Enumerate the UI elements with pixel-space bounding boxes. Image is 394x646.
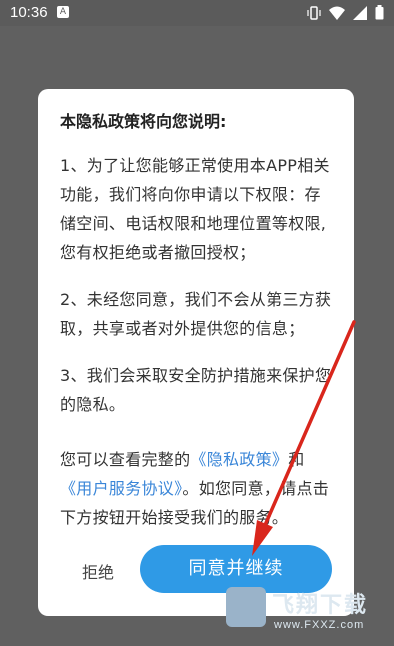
status-bar: 10:36 A [0, 0, 394, 26]
privacy-dialog: 本隐私政策将向您说明: 1、为了让您能够正常使用本APP相关功能，我们将向你申请… [38, 89, 354, 616]
battery-icon [375, 5, 384, 20]
paragraph-agreement: 您可以查看完整的《隐私政策》和《用户服务协议》。如您同意，请点击下方按钮开始接受… [60, 445, 334, 532]
privacy-policy-link[interactable]: 《隐私政策》 [190, 450, 288, 469]
app-notification-icon: A [57, 6, 69, 18]
status-icons [307, 5, 384, 20]
vibrate-icon [307, 5, 321, 20]
paragraph-security: 3、我们会采取安全防护措施来保护您的隐私。 [60, 366, 332, 414]
paragraph-permissions: 1、为了让您能够正常使用本APP相关功能，我们将向你申请以下权限：存储空间、电话… [60, 156, 330, 262]
paragraph-third-party: 2、未经您同意，我们不会从第三方获取，共享或者对外提供您的信息； [60, 290, 332, 338]
watermark-brand: 飞翔下载 [272, 593, 369, 618]
status-time: 10:36 [10, 4, 48, 21]
dialog-title: 本隐私政策将向您说明: [60, 112, 227, 131]
watermark: 飞翔下载 www.FXXZ.com [226, 585, 390, 641]
agreement-prefix: 您可以查看完整的 [60, 450, 191, 469]
signal-icon [353, 5, 367, 20]
watermark-logo-icon [226, 587, 266, 627]
reject-button[interactable]: 拒绝 [82, 559, 114, 583]
user-service-agreement-link[interactable]: 《用户服务协议》 [60, 479, 182, 498]
wifi-icon [329, 6, 345, 20]
agreement-and: 和 [288, 450, 305, 469]
watermark-url: www.FXXZ.com [274, 619, 365, 631]
